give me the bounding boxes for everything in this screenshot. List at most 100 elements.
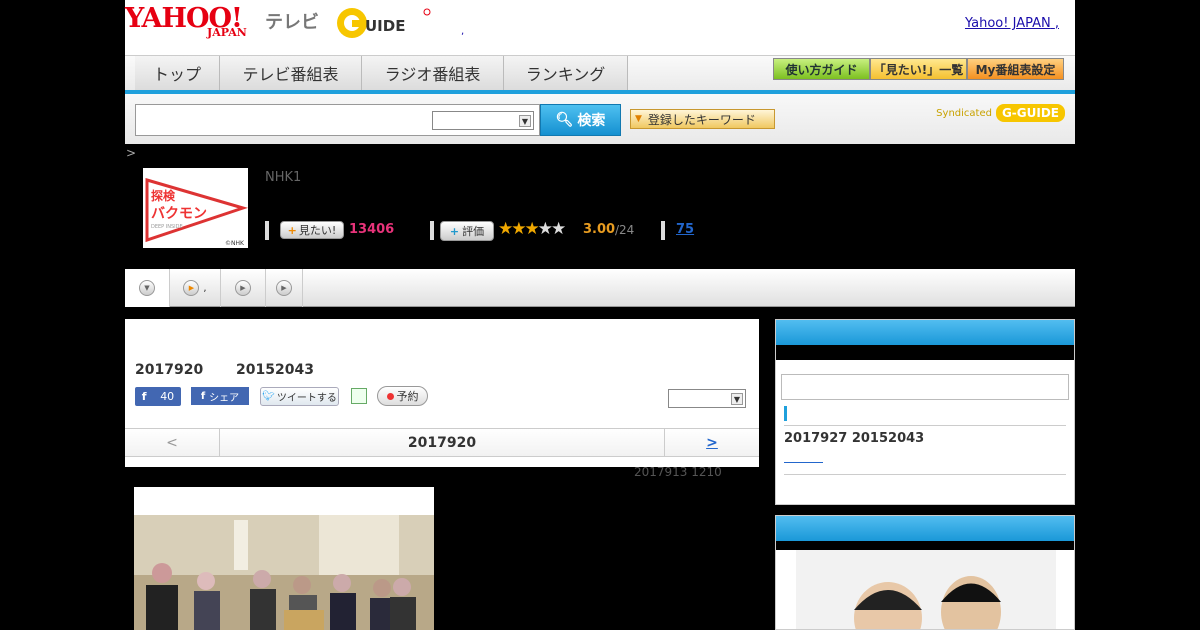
want-list-button[interactable]: 「見たい!」一覧 [870, 58, 967, 80]
saved-keywords-button[interactable]: ▼ 登録したキーワード [630, 109, 775, 129]
episode-photo [134, 515, 434, 630]
divider [430, 221, 434, 240]
want-to-watch-button[interactable]: + 見たい! [280, 221, 344, 239]
bakumon-pennant-icon: 探検 バクモン DEEP INSIDE ©NHK [145, 178, 249, 247]
sidebar-episode-text: 2017927 20152043 [784, 431, 925, 446]
search-area: ▼ 🔍︎ 検索 ▼ 登録したキーワード Syndicated G-GUIDE [125, 94, 1075, 144]
rating-value: 3.00 [583, 222, 616, 237]
play-icon: ▶ [276, 280, 292, 296]
star-icon: ★ [537, 219, 553, 239]
search-category-select[interactable]: ▼ [432, 111, 534, 130]
nav-tv-listings[interactable]: テレビ番組表 [220, 56, 362, 90]
tab-1[interactable]: ▶ , [170, 269, 221, 307]
rating-count: /24 [615, 223, 635, 237]
fb-like-count: 40 [160, 390, 175, 403]
sidebar-link[interactable] [784, 460, 823, 463]
tweet-label: ツイートする [276, 393, 337, 404]
divider [661, 221, 665, 240]
nav-top[interactable]: トップ [135, 56, 220, 90]
thumb-credit: ©NHK [225, 240, 245, 247]
sidebar-box-1-header [776, 320, 1074, 345]
date-pager: < 2017920 > [125, 428, 759, 457]
nav-radio-listings[interactable]: ラジオ番組表 [362, 56, 504, 90]
rate-button[interactable]: + 評価 [440, 221, 494, 241]
chevron-down-icon: ▼ [139, 280, 155, 296]
yahoo-japan-link[interactable]: Yahoo! JAPAN , [965, 16, 1059, 31]
record-icon [386, 392, 394, 400]
tab-0[interactable]: ▼ [125, 269, 170, 307]
facebook-like-button[interactable]: f 40 [135, 387, 181, 406]
sidebar-input[interactable] [781, 374, 1069, 400]
divider [784, 474, 1066, 475]
episode-title: 2017920 20152043 [135, 362, 314, 378]
search-button-label: 検索 [577, 113, 606, 129]
site-header: YAHOO! JAPAN テレビ UIDE , Yahoo! JAPAN , [125, 0, 1075, 55]
star-icon: ★ [524, 219, 540, 239]
fb-share-label: シェア [209, 392, 240, 404]
twitter-bird-icon: 🐦︎ [262, 391, 275, 402]
hosts-photo [796, 550, 1056, 629]
gguide-small-logo: G-GUIDE [995, 104, 1065, 122]
tab-3[interactable]: ▶ [266, 269, 303, 307]
chevron-down-icon: ▼ [519, 115, 531, 127]
chevron-down-icon: ▼ [635, 114, 642, 124]
search-button[interactable]: 🔍︎ 検索 [540, 104, 621, 136]
program-thumbnail: 探検 バクモン DEEP INSIDE ©NHK [143, 168, 249, 248]
want-count: 13406 [349, 222, 395, 237]
chevron-down-icon: ▼ [731, 393, 743, 405]
pager-prev[interactable]: < [125, 429, 220, 456]
episode-photo-box [134, 487, 434, 630]
plus-icon: + [287, 223, 297, 237]
episode-panel: 2017920 20152043 f 40 f シェア 🐦︎ ツイートする 予約… [125, 319, 759, 467]
channel-name: NHK1 [265, 170, 302, 185]
nav-ranking[interactable]: ランキング [504, 56, 628, 90]
facebook-icon: f [200, 390, 206, 402]
facebook-icon: f [141, 390, 147, 403]
gguide-logo[interactable]: UIDE [335, 6, 431, 40]
my-listings-settings-button[interactable]: My番組表設定 [967, 58, 1064, 80]
play-icon: ▶ [183, 280, 200, 296]
reserve-button[interactable]: 予約 [377, 386, 428, 406]
sidebar-box-2 [775, 515, 1075, 630]
want-label: 見たい! [298, 224, 337, 237]
link-suffix: , [1054, 16, 1059, 31]
yahoo-japan-link-label[interactable]: Yahoo! JAPAN [965, 16, 1051, 31]
thumb-line2: バクモン [151, 206, 207, 222]
facebook-share-button[interactable]: f シェア [191, 387, 249, 405]
reserve-label: 予約 [396, 390, 419, 403]
episode-select[interactable]: ▼ [668, 389, 746, 408]
divider [784, 425, 1066, 426]
usage-guide-button[interactable]: 使い方ガイド [773, 58, 870, 80]
sidebar-box-1-band [776, 345, 1074, 360]
rate-label: 評価 [462, 225, 485, 238]
main-nav: トップ テレビ番組表 ラジオ番組表 ランキング 使い方ガイド 「見たい!」一覧 … [125, 55, 1075, 95]
breadcrumb: > [126, 146, 137, 160]
header-separator: , [461, 26, 465, 37]
sidebar-box-1: 2017927 20152043 [775, 319, 1075, 505]
syndicated-label: Syndicated [936, 107, 992, 119]
star-icon: ★ [498, 219, 513, 239]
star-icon: ★ [551, 219, 566, 239]
play-icon: ▶ [235, 280, 251, 296]
star-icon: ★ [511, 219, 526, 239]
search-icon: 🔍︎ [555, 112, 574, 128]
review-count-link[interactable]: 75 [676, 222, 694, 237]
svg-text:UIDE: UIDE [365, 17, 405, 35]
program-tabs: ▼ ▶ , ▶ ▶ [125, 269, 1075, 307]
thumb-line1: 探検 [151, 188, 176, 203]
calendar-add-icon[interactable] [351, 388, 367, 404]
update-note: 2017913 1210 [634, 465, 722, 479]
syndicated-gguide: Syndicated G-GUIDE [936, 104, 1065, 122]
divider [265, 221, 269, 240]
tab-2[interactable]: ▶ [221, 269, 266, 307]
tv-logo-text[interactable]: テレビ [265, 8, 319, 34]
pager-next[interactable]: > [664, 429, 759, 456]
rating-stars: ★★★★★ [498, 219, 566, 239]
sidebar-box-2-band [776, 541, 1074, 550]
pager-date: 2017920 [407, 434, 477, 451]
plus-icon: + [449, 224, 460, 238]
tweet-button[interactable]: 🐦︎ ツイートする [260, 387, 339, 406]
tab-label: , [203, 282, 207, 294]
saved-keywords-label: 登録したキーワード [647, 112, 756, 127]
section-marker [784, 406, 787, 421]
